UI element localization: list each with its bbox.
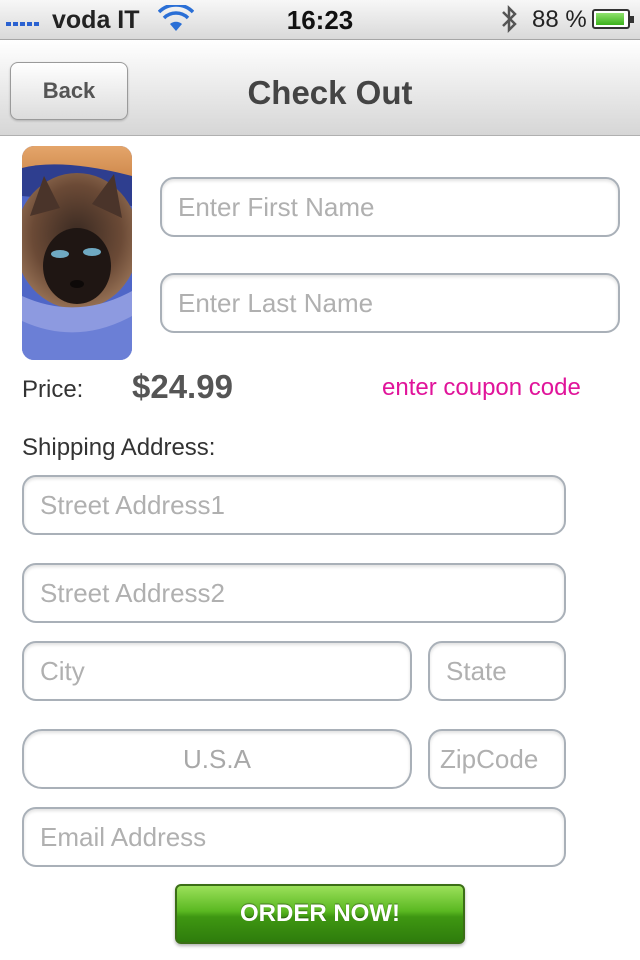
email-address-input[interactable]	[22, 807, 566, 867]
status-bar: voda IT 16:23 88 %	[0, 0, 640, 40]
battery-percent: 88 %	[532, 6, 587, 33]
order-now-button[interactable]: ORDER NOW!	[175, 884, 465, 944]
street-address2-input[interactable]	[22, 563, 566, 623]
zipcode-input[interactable]	[428, 729, 566, 789]
last-name-input[interactable]	[160, 273, 620, 333]
navigation-bar: Back Check Out	[0, 40, 640, 136]
country-input[interactable]	[22, 729, 412, 789]
bluetooth-icon	[502, 4, 517, 34]
price-value: $24.99	[132, 368, 233, 405]
back-button[interactable]: Back	[10, 62, 128, 120]
coupon-code-link[interactable]: enter coupon code	[382, 374, 581, 402]
price-label: Price:	[22, 376, 84, 403]
city-input[interactable]	[22, 641, 412, 701]
first-name-input[interactable]	[160, 177, 620, 237]
page-title: Check Out	[247, 74, 413, 111]
shipping-address-label: Shipping Address:	[22, 434, 216, 461]
product-image	[22, 146, 132, 360]
battery-icon	[592, 9, 634, 29]
street-address1-input[interactable]	[22, 475, 566, 535]
state-input[interactable]	[428, 641, 566, 701]
